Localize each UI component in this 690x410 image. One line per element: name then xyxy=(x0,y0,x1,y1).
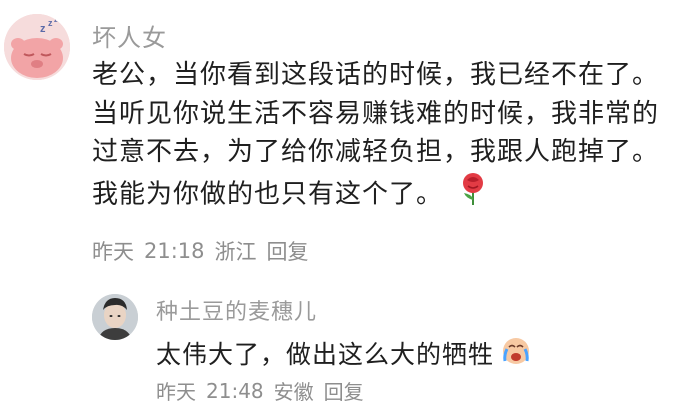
crying-face-emoji-icon xyxy=(500,334,532,372)
comment-time: 21:48 xyxy=(206,378,264,403)
username[interactable]: 坏人女 xyxy=(92,18,167,53)
comment-location: 浙江 xyxy=(214,240,257,264)
rose-emoji-icon xyxy=(458,172,488,218)
comment-line: 当听见你说生活不容易赚钱难的时候，我非常的 xyxy=(92,98,660,129)
comment-date: 昨天 xyxy=(92,240,134,264)
comment-location: 安徽 xyxy=(273,380,314,404)
comment-text: 老公，当你看到这段话的时候，我已经不在了。 当听见你说生活不容易赚钱难的时候，我… xyxy=(92,56,682,217)
comment-line-last: 我能为你做的也只有这个了。 xyxy=(92,172,682,218)
comment-meta: 昨天 21:48 安徽 回复 xyxy=(156,376,364,405)
sleeping-pig-avatar-icon: z z z xyxy=(4,14,70,80)
comment-line: 过意不去，为了给你减轻负担，我跟人跑掉了。 xyxy=(92,137,660,167)
comment-text: 太伟大了，做出这么大的牺牲 xyxy=(156,334,532,372)
comment-line: 老公，当你看到这段话的时候，我已经不在了。 xyxy=(92,60,660,90)
username[interactable]: 种土豆的麦穗儿 xyxy=(156,294,317,326)
comment-item: z z z 坏人女 老公，当你看到这段话的时候，我已经不在了。 当听见你说生活不… xyxy=(0,0,690,280)
comment-date: 昨天 xyxy=(156,380,196,404)
svg-text:z: z xyxy=(48,18,53,28)
reply-button[interactable]: 回复 xyxy=(324,376,364,405)
comment-time: 21:18 xyxy=(144,239,205,263)
reply-comment-item: 种土豆的麦穗儿 太伟大了，做出这么大的牺牲 昨天 21:48 安徽 回复 xyxy=(0,278,690,410)
comment-line: 太伟大了，做出这么大的牺牲 xyxy=(156,340,495,369)
avatar[interactable] xyxy=(92,294,138,340)
comment-meta: 昨天 21:18 浙江 回复 xyxy=(92,236,309,266)
user-photo-avatar-icon xyxy=(92,294,138,340)
avatar[interactable]: z z z xyxy=(4,14,70,80)
reply-button[interactable]: 回复 xyxy=(267,236,309,266)
svg-text:z: z xyxy=(54,17,58,24)
comment-line: 我能为你做的也只有这个了。 xyxy=(92,178,444,209)
svg-text:z: z xyxy=(40,23,46,35)
